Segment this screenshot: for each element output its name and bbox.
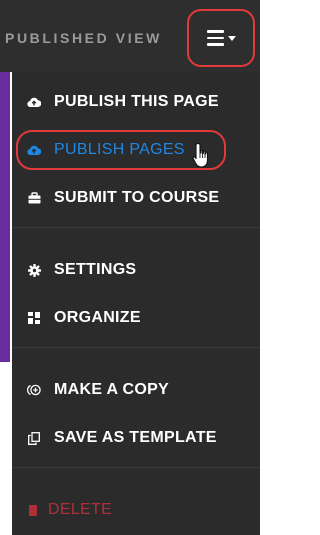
menu-item-label: MAKE A COPY	[54, 381, 170, 398]
accent-bar	[0, 72, 10, 362]
menu-divider	[12, 467, 260, 468]
briefcase-icon	[27, 191, 41, 205]
menu-divider	[12, 227, 260, 228]
menu-item-save-as-template[interactable]: SAVE AS TEMPLATE	[12, 418, 260, 458]
cloud-upload-icon	[27, 95, 41, 109]
left-edge	[0, 72, 12, 535]
menu-item-publish-pages[interactable]: PUBLISH PAGES	[12, 130, 260, 170]
menu-item-delete[interactable]: DELETE	[12, 490, 260, 530]
top-bar: PUBLISHED VIEW	[0, 0, 260, 72]
menu-item-submit-to-course[interactable]: SUBMIT TO COURSE	[12, 178, 260, 218]
menu-item-label: SUBMIT TO COURSE	[54, 189, 220, 206]
grid-icon	[27, 311, 41, 325]
caret-down-icon	[227, 35, 236, 41]
menu-item-label: PUBLISH PAGES	[54, 141, 185, 158]
page-title: PUBLISHED VIEW	[5, 30, 162, 46]
menu-item-label: ORGANIZE	[54, 309, 141, 326]
menu-item-publish-this-page[interactable]: PUBLISH THIS PAGE	[12, 82, 260, 122]
menu-divider	[12, 347, 260, 348]
menu-item-settings[interactable]: SETTINGS	[12, 250, 260, 290]
menu-item-label: PUBLISH THIS PAGE	[54, 93, 219, 110]
dropdown-menu: PUBLISH THIS PAGE PUBLISH PAGES SUBMIT T…	[12, 72, 260, 535]
menu-item-label: SETTINGS	[54, 261, 137, 278]
hamburger-icon	[206, 30, 224, 46]
copy-circle-icon	[27, 383, 41, 397]
menu-item-organize[interactable]: ORGANIZE	[12, 298, 260, 338]
gear-icon	[27, 263, 41, 277]
menu-item-label: DELETE	[48, 501, 113, 518]
menu-item-make-a-copy[interactable]: MAKE A COPY	[12, 370, 260, 410]
menu-toggle-button[interactable]	[187, 9, 255, 67]
cloud-upload-icon	[27, 143, 41, 157]
duplicate-icon	[27, 431, 41, 445]
trash-icon	[26, 503, 40, 517]
menu-item-label: SAVE AS TEMPLATE	[54, 429, 217, 446]
